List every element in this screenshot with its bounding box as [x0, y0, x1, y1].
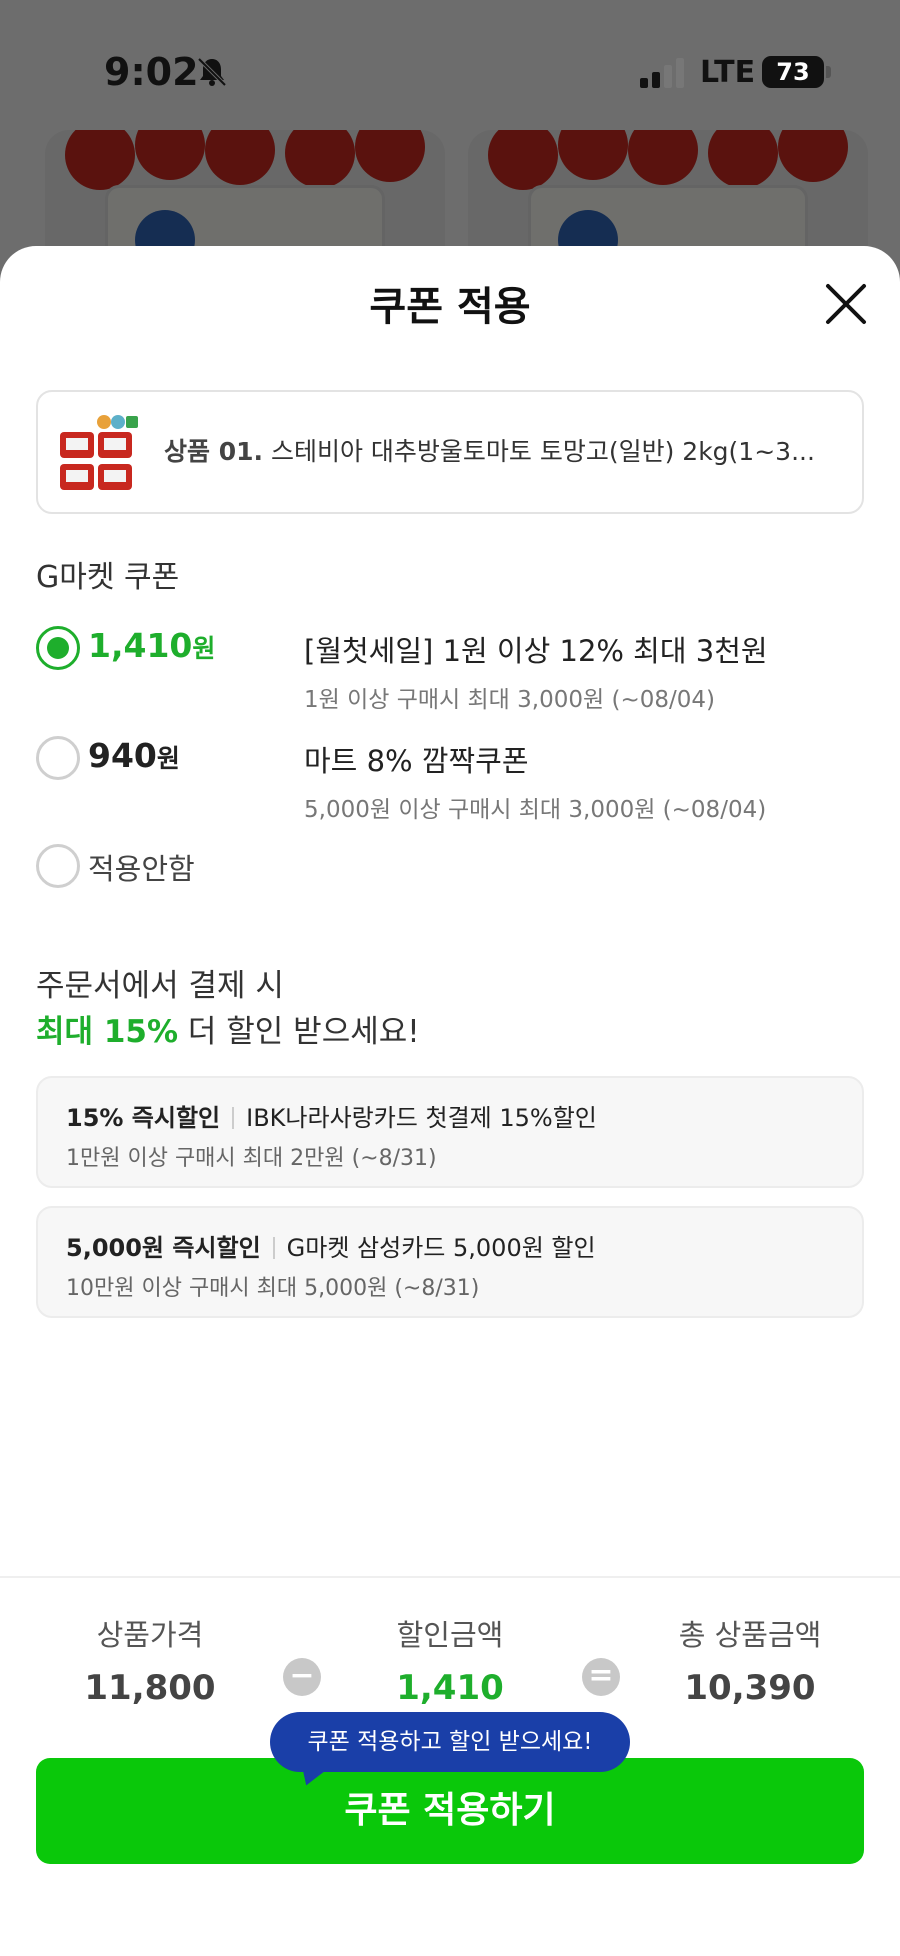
- discount-label: 할인금액: [396, 1618, 504, 1652]
- product-thumbnail: [60, 415, 138, 490]
- no-coupon-label: 적용안함: [88, 852, 195, 886]
- battery-icon: 73: [762, 56, 824, 88]
- footer-divider: [0, 1576, 900, 1578]
- status-time: 9:02: [104, 50, 199, 94]
- card-offer-2: 5,000원 즉시할인 G마켓 삼성카드 5,000원 할인 10만원 이상 구매…: [36, 1206, 864, 1318]
- coupon-amount: 940원: [88, 736, 180, 775]
- equals-icon: =: [582, 1658, 620, 1696]
- bell-slash-icon: [197, 57, 227, 87]
- coupon-bottom-sheet: 쿠폰 적용 상품 01. 스테비아 대추방울토마토 토망고(일반) 2kg(1~…: [0, 246, 900, 1956]
- radio-unselected[interactable]: [36, 844, 80, 888]
- apply-coupon-button[interactable]: 쿠폰 적용하기: [36, 1758, 864, 1864]
- status-bar: 9:02 LTE 73: [0, 0, 900, 150]
- coupon-amount: 1,410원: [88, 626, 216, 665]
- apply-tooltip: 쿠폰 적용하고 할인 받으세요!: [270, 1712, 630, 1772]
- product-price-value: 11,800: [84, 1668, 216, 1708]
- card-offer-desc: 10만원 이상 구매시 최대 5,000원 (~8/31): [66, 1276, 480, 1301]
- card-offer-desc: 1만원 이상 구매시 최대 2만원 (~8/31): [66, 1146, 437, 1171]
- total-label: 총 상품금액: [678, 1618, 822, 1652]
- gmarket-coupon-section-title: G마켓 쿠폰: [36, 560, 180, 595]
- coupon-desc: 5,000원 이상 구매시 최대 3,000원 (~08/04): [304, 797, 767, 823]
- radio-unselected[interactable]: [36, 736, 80, 780]
- card-offer-badge: 5,000원 즉시할인: [66, 1234, 261, 1262]
- promo-text-line2: 최대 15% 더 할인 받으세요!: [36, 1014, 420, 1050]
- signal-icon: [640, 58, 684, 88]
- coupon-option-1[interactable]: 1,410원 [월첫세일] 1원 이상 12% 최대 3천원 1원 이상 구매시…: [36, 620, 866, 720]
- radio-selected[interactable]: [36, 626, 80, 670]
- card-offer-title: 5,000원 즉시할인 G마켓 삼성카드 5,000원 할인: [66, 1234, 596, 1262]
- product-price-label: 상품가격: [96, 1618, 204, 1652]
- coupon-name: [월첫세일] 1원 이상 12% 최대 3천원: [304, 634, 768, 668]
- product-summary-card: 상품 01. 스테비아 대추방울토마토 토망고(일반) 2kg(1~3...: [36, 390, 864, 514]
- product-name: 상품 01. 스테비아 대추방울토마토 토망고(일반) 2kg(1~3...: [164, 432, 844, 468]
- close-icon[interactable]: [818, 276, 874, 332]
- total-summary: 총 상품금액 10,390: [630, 1612, 870, 1708]
- coupon-desc: 1원 이상 구매시 최대 3,000원 (~08/04): [304, 687, 715, 713]
- coupon-name: 마트 8% 깜짝쿠폰: [304, 744, 529, 778]
- promo-highlight: 최대 15%: [36, 1014, 179, 1050]
- discount-value: 1,410: [396, 1668, 504, 1708]
- promo-text-line1: 주문서에서 결제 시: [36, 968, 284, 1004]
- discount-summary: 할인금액 1,410: [330, 1612, 570, 1708]
- card-offer-title: 15% 즉시할인 IBK나라사랑카드 첫결제 15%할인: [66, 1104, 597, 1132]
- network-type: LTE: [700, 55, 756, 90]
- coupon-option-none[interactable]: 적용안함: [36, 838, 866, 938]
- coupon-option-2[interactable]: 940원 마트 8% 깜짝쿠폰 5,000원 이상 구매시 최대 3,000원 …: [36, 730, 866, 830]
- card-offer-1: 15% 즉시할인 IBK나라사랑카드 첫결제 15%할인 1만원 이상 구매시 최…: [36, 1076, 864, 1188]
- minus-icon: −: [283, 1658, 321, 1696]
- total-value: 10,390: [684, 1668, 816, 1708]
- card-offer-badge: 15% 즉시할인: [66, 1104, 221, 1132]
- product-title: 스테비아 대추방울토마토 토망고(일반) 2kg(1~3...: [270, 437, 815, 466]
- product-label: 상품 01.: [164, 437, 263, 466]
- product-price-summary: 상품가격 11,800: [30, 1612, 270, 1708]
- battery-cap: [826, 66, 831, 78]
- sheet-title: 쿠폰 적용: [369, 284, 531, 330]
